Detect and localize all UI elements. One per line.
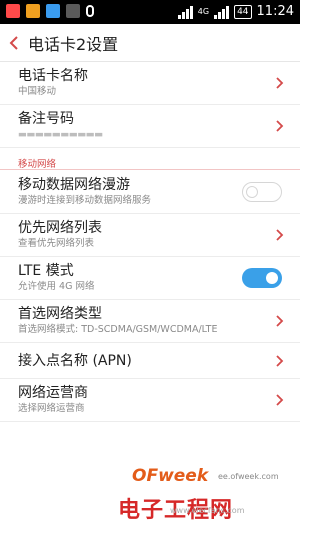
back-button[interactable] xyxy=(0,24,28,62)
clock: 11:24 xyxy=(256,4,294,19)
network-type-label: 4G xyxy=(197,7,210,16)
preferred-network-type-desc: 首选网络模式: TD-SCDMA/GSM/WCDMA/LTE xyxy=(18,324,218,335)
data-roaming-row[interactable]: 移动数据网络漫游 漫游时连接到移动数据网络服务 xyxy=(0,171,300,214)
network-operator-label: 网络运营商 xyxy=(18,385,88,401)
sim-name-value: 中国移动 xyxy=(18,86,57,97)
watermark-logo: OFweek xyxy=(132,466,209,486)
lte-mode-toggle[interactable] xyxy=(242,268,282,288)
preferred-network-list-row[interactable]: 优先网络列表 查看优先网络列表 xyxy=(0,214,300,257)
preferred-network-list-desc: 查看优先网络列表 xyxy=(18,238,95,249)
status-bar: 4G 44 11:24 xyxy=(0,0,300,24)
watermark-domain: ee.ofweek.com xyxy=(218,472,279,481)
lte-mode-row[interactable]: LTE 模式 允许使用 4G 网络 xyxy=(0,257,300,300)
watermark-faint: www.elecfans.com xyxy=(170,506,245,515)
app-notification-icon xyxy=(6,4,20,18)
chevron-left-icon xyxy=(9,35,18,50)
preferred-network-type-row[interactable]: 首选网络类型 首选网络模式: TD-SCDMA/GSM/WCDMA/LTE xyxy=(0,300,300,343)
signal-icon xyxy=(177,5,193,19)
shield-icon xyxy=(26,4,40,18)
section-header-mobile-network: 移动网络 xyxy=(0,148,300,170)
apn-label: 接入点名称 (APN) xyxy=(18,353,132,369)
photo-icon xyxy=(66,4,80,18)
sim-name-row[interactable]: 电话卡名称 中国移动 xyxy=(0,62,300,105)
data-roaming-toggle[interactable] xyxy=(242,182,282,202)
apn-row[interactable]: 接入点名称 (APN) xyxy=(0,343,300,379)
system-status: 4G 44 11:24 xyxy=(177,4,294,19)
network-operator-desc: 选择网络运营商 xyxy=(18,403,85,414)
signal-icon-2 xyxy=(214,5,230,19)
lte-mode-desc: 允许使用 4G 网络 xyxy=(18,281,95,292)
preferred-network-list-label: 优先网络列表 xyxy=(18,220,102,236)
battery-icon: 44 xyxy=(234,4,252,19)
preferred-network-type-label: 首选网络类型 xyxy=(18,306,102,322)
app-header: 电话卡2设置 xyxy=(0,24,300,62)
lte-mode-label: LTE 模式 xyxy=(18,263,74,279)
note-number-label: 备注号码 xyxy=(18,111,74,127)
page-title: 电话卡2设置 xyxy=(28,34,119,54)
note-number-row[interactable]: 备注号码 ▬▬▬▬▬▬▬▬▬▬ xyxy=(0,105,300,148)
note-number-value: ▬▬▬▬▬▬▬▬▬▬ xyxy=(18,129,103,140)
watermark: OFweek ee.ofweek.com 电子工程网 www.elecfans.… xyxy=(118,458,300,533)
data-roaming-label: 移动数据网络漫游 xyxy=(18,177,130,193)
chevron-right-icon xyxy=(276,315,284,327)
section-title: 移动网络 xyxy=(18,159,57,170)
chevron-right-icon xyxy=(276,77,284,89)
network-operator-row[interactable]: 网络运营商 选择网络运营商 xyxy=(0,379,300,422)
chevron-right-icon xyxy=(276,354,284,367)
sim-name-label: 电话卡名称 xyxy=(18,68,88,84)
data-roaming-desc: 漫游时连接到移动数据网络服务 xyxy=(18,195,152,206)
notification-icons xyxy=(6,4,94,18)
chevron-right-icon xyxy=(276,394,284,406)
chevron-right-icon xyxy=(276,120,284,132)
microphone-icon xyxy=(86,5,94,17)
chevron-right-icon xyxy=(276,229,284,241)
gallery-icon xyxy=(46,4,60,18)
